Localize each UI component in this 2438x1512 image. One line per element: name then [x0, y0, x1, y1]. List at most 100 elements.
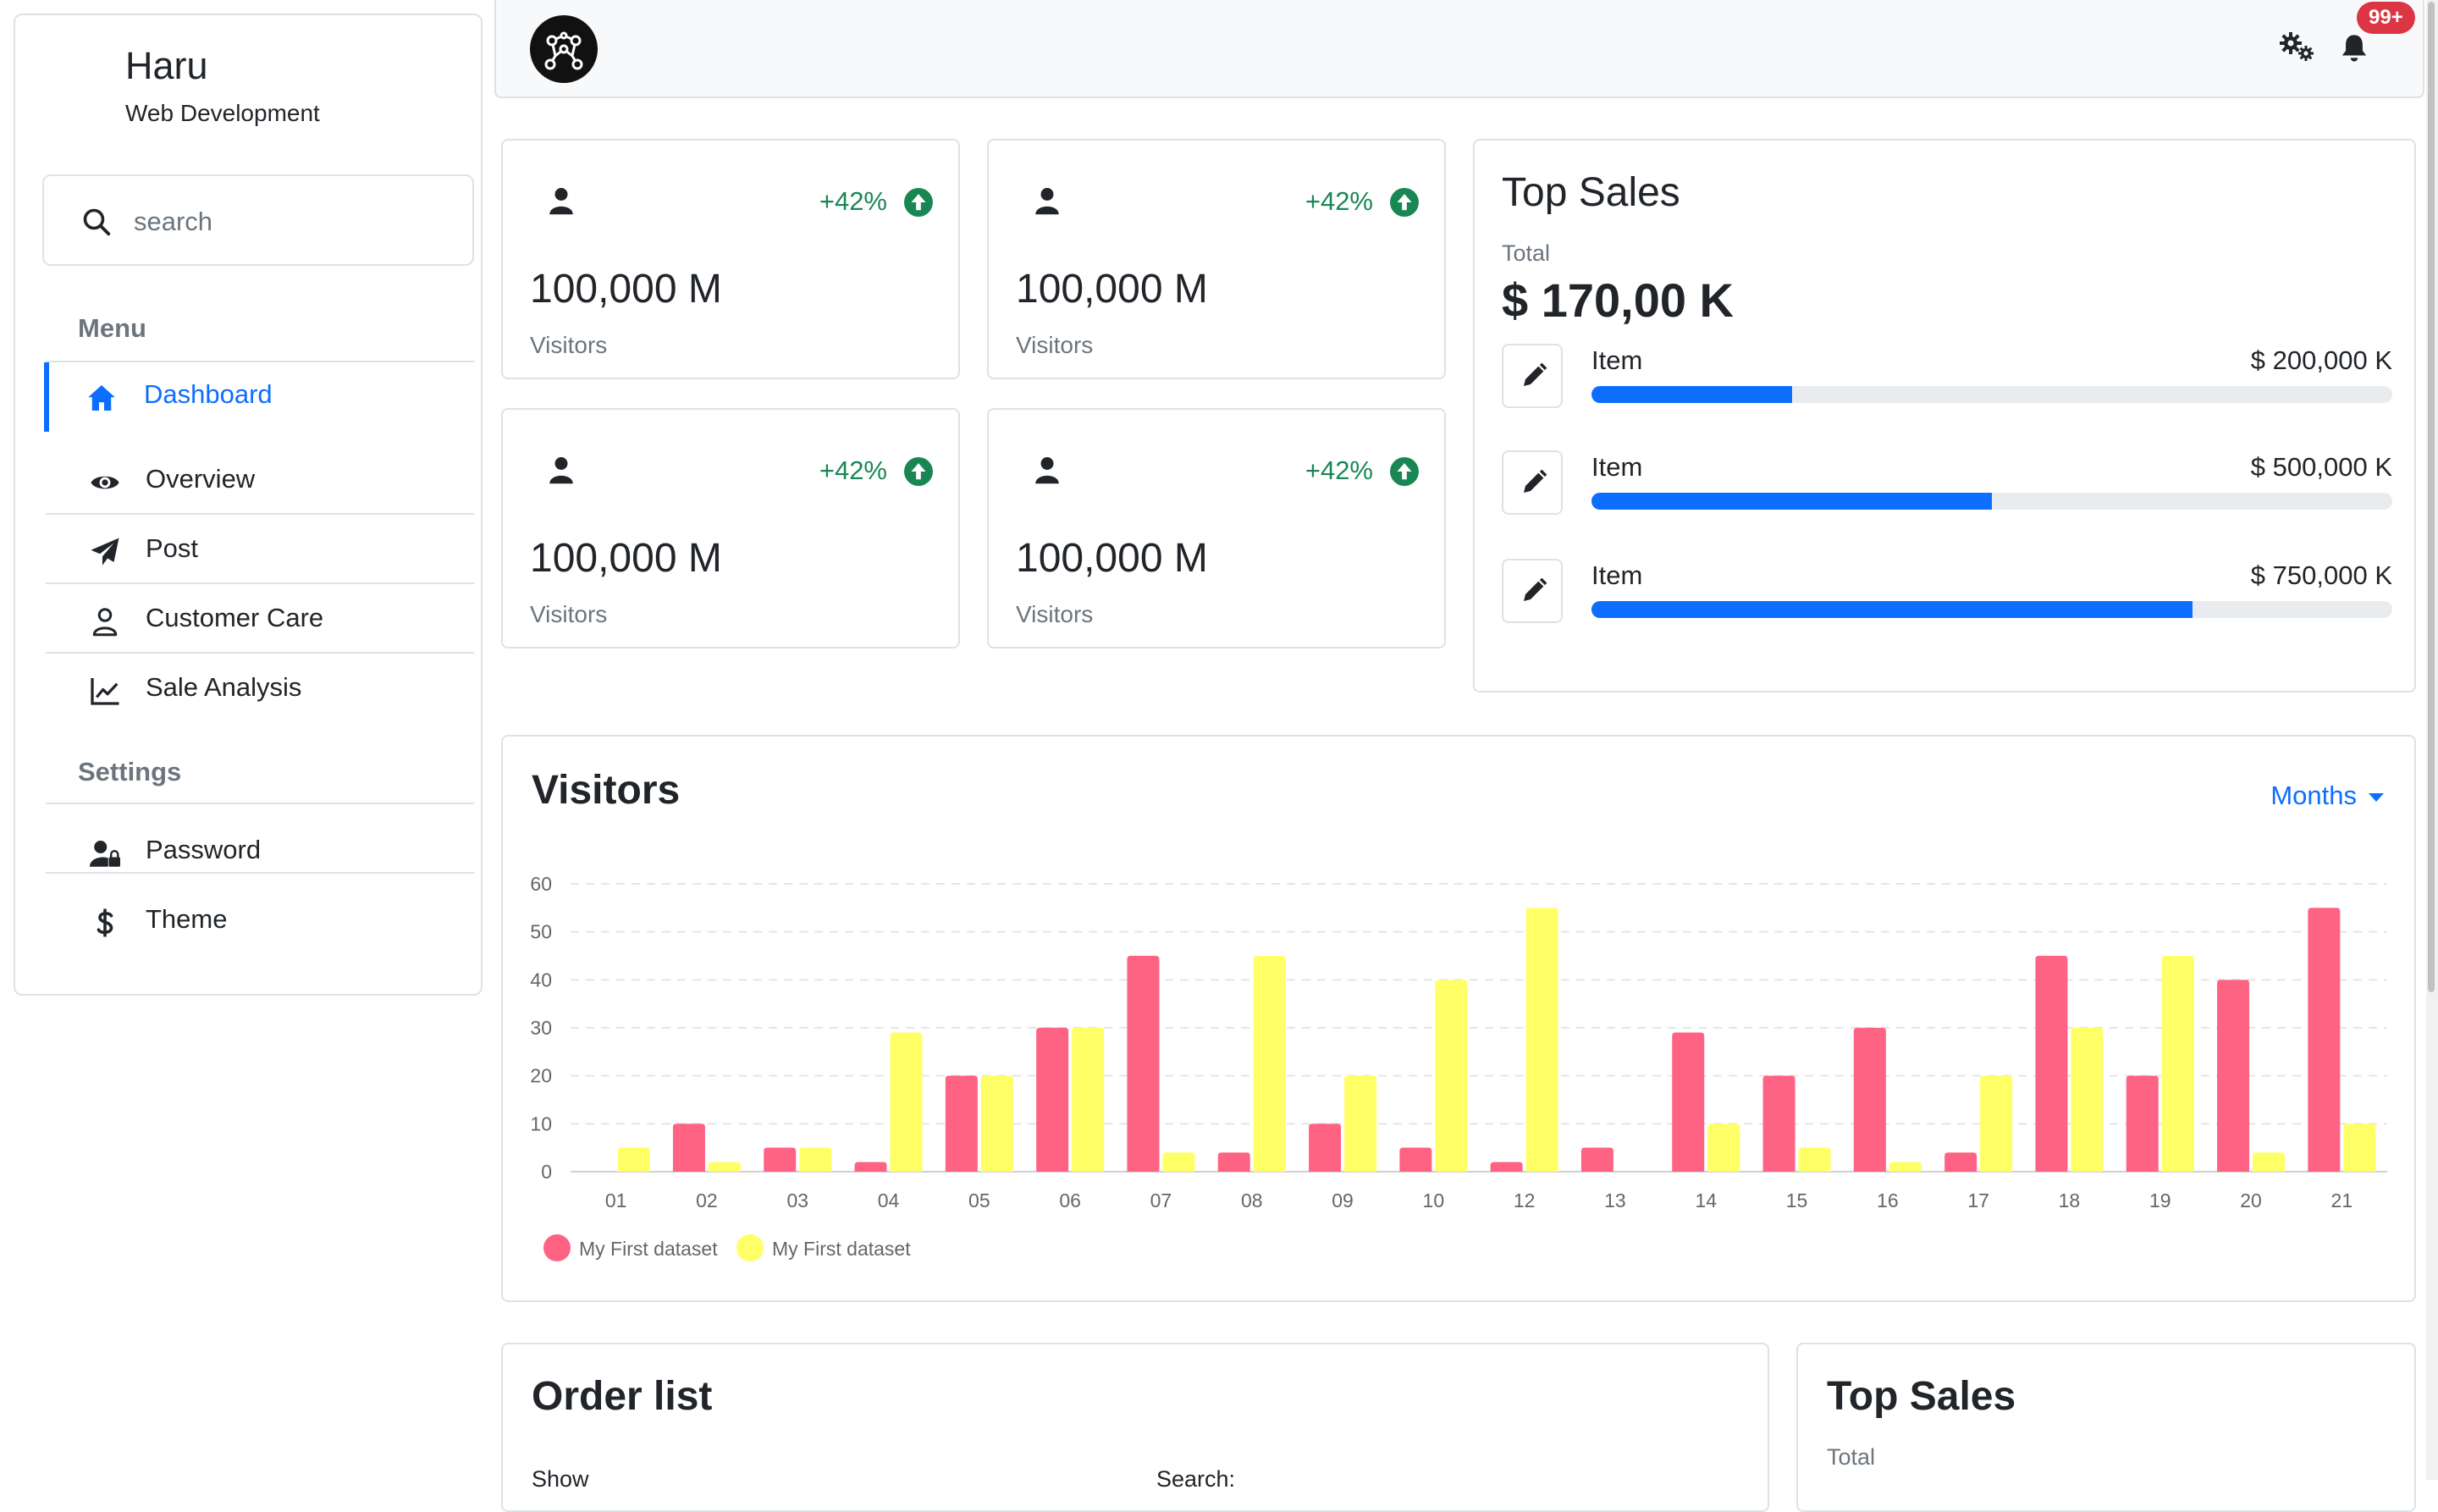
bell-icon[interactable] [2340, 32, 2369, 64]
x-tick-label: 10 [1423, 1189, 1445, 1211]
user-icon [1035, 188, 1059, 215]
item-name: Item [1591, 452, 1643, 482]
legend-label: My First dataset [579, 1238, 718, 1260]
x-tick-label: 21 [2331, 1189, 2353, 1211]
x-tick-label: 17 [1967, 1189, 1989, 1211]
sales-item: Item $ 750,000 K [1502, 559, 2392, 626]
bar [854, 1162, 887, 1172]
sidebar-item-label: Post [146, 533, 199, 563]
sidebar-item-label: Customer Care [146, 603, 324, 632]
bar [2308, 908, 2341, 1172]
bar [708, 1162, 741, 1172]
bar [1072, 1028, 1105, 1172]
bar [2071, 1028, 2104, 1172]
sidebar-item-overview[interactable]: Overview [46, 447, 474, 516]
edit-button[interactable] [1502, 559, 1563, 623]
edit-button[interactable] [1502, 450, 1563, 515]
bar [1309, 1123, 1342, 1172]
stat-value: 100,000 M [530, 536, 722, 581]
bar [1944, 1152, 1977, 1172]
sidebar-search[interactable] [42, 174, 474, 266]
x-tick-label: 15 [1786, 1189, 1808, 1211]
sales-item: Item $ 500,000 K [1502, 450, 2392, 518]
bar [2126, 1075, 2159, 1172]
top-navbar [494, 0, 2424, 98]
stat-label: Visitors [530, 332, 608, 358]
stat-card: +42% 100,000 M Visitors [987, 408, 1446, 648]
y-tick-label: 30 [530, 1017, 552, 1039]
chart-line-icon [91, 678, 119, 705]
item-amount: $ 750,000 K [2250, 560, 2392, 590]
search-input[interactable] [132, 198, 457, 246]
sidebar-item-label: Dashboard [144, 379, 273, 409]
edit-button[interactable] [1502, 344, 1563, 408]
stat-delta: +42% [819, 186, 887, 216]
sidebar-item-sale-analysis[interactable]: Sale Analysis [46, 655, 474, 725]
bar [2035, 956, 2068, 1172]
user-icon [549, 457, 573, 484]
bar [980, 1075, 1013, 1172]
menu-heading: Menu [78, 313, 146, 343]
total-value: $ 170,00 K [1502, 273, 1734, 327]
total-label: Total [1502, 240, 1551, 266]
bar [1672, 1032, 1705, 1172]
bar [1217, 1152, 1250, 1172]
bar [1980, 1075, 2013, 1172]
sidebar-item-customer-care[interactable]: Customer Care [46, 586, 474, 655]
legend-label: My First dataset [772, 1238, 911, 1260]
dollar-icon [97, 908, 113, 937]
top-sales-card-2: Top Sales Total [1796, 1343, 2416, 1512]
progress-fill [1591, 493, 1992, 510]
x-tick-label: 16 [1877, 1189, 1899, 1211]
stat-value: 100,000 M [530, 267, 722, 312]
item-amount: $ 500,000 K [2250, 452, 2392, 482]
card-title: Order list [532, 1374, 713, 1419]
x-tick-label: 08 [1241, 1189, 1263, 1211]
item-name: Item [1591, 560, 1643, 590]
eye-icon [91, 476, 119, 489]
gears-icon[interactable] [2279, 30, 2316, 63]
x-tick-label: 12 [1514, 1189, 1536, 1211]
bar [1162, 1152, 1195, 1172]
y-tick-label: 40 [530, 968, 552, 991]
sidebar-item-post[interactable]: Post [46, 516, 474, 586]
network-logo-icon[interactable] [530, 15, 598, 83]
divider [46, 872, 474, 874]
legend-swatch [736, 1234, 764, 1261]
sidebar-item-label: Password [146, 835, 262, 864]
y-tick-label: 0 [541, 1161, 552, 1183]
bar [1762, 1075, 1795, 1172]
sidebar-item-password[interactable]: Password [46, 818, 474, 887]
y-tick-label: 20 [530, 1065, 552, 1087]
stat-delta: +42% [1304, 455, 1373, 485]
progress-bar [1591, 601, 2392, 618]
x-tick-label: 04 [878, 1189, 900, 1211]
order-list-card: Order list Show Search: [501, 1343, 1769, 1512]
stat-value: 100,000 M [1016, 536, 1208, 581]
bar [672, 1123, 705, 1172]
x-tick-label: 13 [1604, 1189, 1626, 1211]
bar [1127, 956, 1160, 1172]
brand-name: Haru [125, 44, 208, 87]
x-tick-label: 19 [2149, 1189, 2171, 1211]
bar [2161, 956, 2194, 1172]
y-tick-label: 10 [530, 1112, 552, 1134]
bar [1580, 1147, 1613, 1172]
progress-bar [1591, 493, 2392, 510]
scrollbar-thumb[interactable] [2428, 2, 2435, 992]
stat-card: +42% 100,000 M Visitors [987, 139, 1446, 379]
arrow-up-circle-icon [1390, 188, 1419, 217]
x-tick-label: 01 [605, 1189, 627, 1211]
sidebar-item-dashboard[interactable]: Dashboard [44, 362, 477, 432]
sidebar-item-label: Sale Analysis [146, 672, 302, 702]
stat-delta: +42% [1304, 186, 1373, 216]
sidebar-item-theme[interactable]: Theme [46, 887, 474, 957]
visitors-bar-chart: 0 10 20 30 40 50 60 01 02 03 04 05 06 07 08 09 10 12 13 14 1… [530, 873, 2387, 1261]
bar [1036, 1028, 1069, 1172]
item-name: Item [1591, 345, 1643, 375]
x-tick-label: 14 [1695, 1189, 1717, 1211]
total-label: Total [1827, 1444, 1876, 1470]
stat-card: +42% 100,000 M Visitors [501, 139, 960, 379]
bar [1344, 1075, 1377, 1172]
search-icon [83, 208, 111, 236]
